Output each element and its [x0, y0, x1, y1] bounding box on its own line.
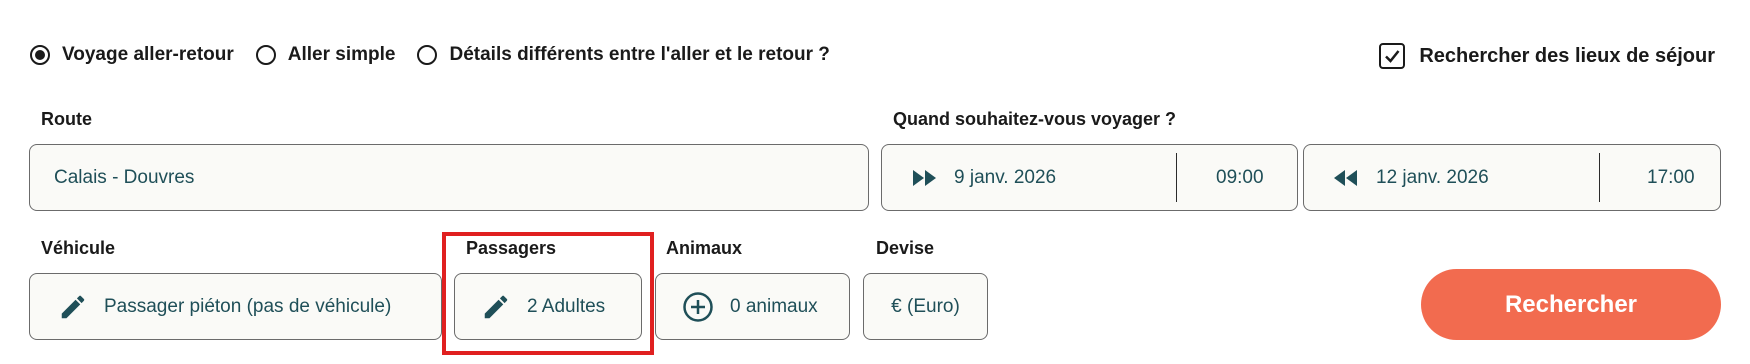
- rewind-icon: [1332, 169, 1358, 193]
- outbound-date: 9 janv. 2026: [954, 167, 1057, 188]
- pencil-icon: [58, 292, 88, 322]
- travel-date-label: Quand souhaitez-vous voyager ?: [893, 109, 1177, 129]
- pets-label: Animaux: [666, 238, 743, 258]
- radio-different-details-label: Détails différents entre l'aller et le r…: [449, 44, 830, 65]
- outbound-time: 09:00: [1216, 167, 1264, 188]
- vehicle-value: Passager piéton (pas de véhicule): [104, 295, 392, 317]
- vehicle-label: Véhicule: [41, 238, 116, 258]
- radio-checked-icon: [30, 45, 50, 65]
- radio-unchecked-icon: [255, 45, 276, 65]
- search-stays-checkbox[interactable]: Rechercher des lieux de séjour: [1379, 43, 1715, 69]
- route-field[interactable]: Calais - Douvres: [29, 144, 869, 211]
- return-divider: [1599, 153, 1600, 202]
- pencil-icon: [481, 292, 511, 322]
- currency-label: Devise: [876, 238, 935, 258]
- outbound-datetime-field[interactable]: 9 janv. 2026 09:00: [881, 144, 1298, 211]
- return-date: 12 janv. 2026: [1376, 167, 1489, 188]
- route-label: Route: [41, 109, 92, 129]
- vehicle-field[interactable]: Passager piéton (pas de véhicule): [29, 273, 442, 340]
- fast-forward-icon: [912, 169, 938, 193]
- passengers-value: 2 Adultes: [527, 295, 606, 317]
- currency-field[interactable]: € (Euro): [863, 273, 988, 340]
- pets-value: 0 animaux: [730, 295, 818, 317]
- checkbox-checked-icon: [1379, 43, 1406, 69]
- search-button[interactable]: Rechercher: [1421, 269, 1721, 340]
- return-datetime-field[interactable]: 12 janv. 2026 17:00: [1303, 144, 1721, 211]
- radio-round-trip[interactable]: Voyage aller-retour: [30, 44, 234, 66]
- trip-type-radio-group: Voyage aller-retour Aller simple Détails…: [30, 44, 852, 66]
- passengers-label: Passagers: [466, 238, 557, 258]
- radio-one-way[interactable]: Aller simple: [255, 44, 396, 66]
- pets-field[interactable]: 0 animaux: [655, 273, 850, 340]
- search-stays-label: Rechercher des lieux de séjour: [1419, 44, 1715, 67]
- outbound-divider: [1176, 153, 1177, 202]
- passengers-field[interactable]: 2 Adultes: [454, 273, 642, 340]
- currency-value: € (Euro): [891, 295, 960, 317]
- radio-round-trip-label: Voyage aller-retour: [62, 44, 234, 65]
- radio-different-details[interactable]: Détails différents entre l'aller et le r…: [417, 44, 830, 66]
- radio-one-way-label: Aller simple: [287, 44, 396, 65]
- route-value: Calais - Douvres: [54, 166, 195, 188]
- return-time: 17:00: [1647, 167, 1695, 188]
- radio-unchecked-icon: [417, 45, 438, 65]
- plus-circle-icon: [682, 291, 714, 323]
